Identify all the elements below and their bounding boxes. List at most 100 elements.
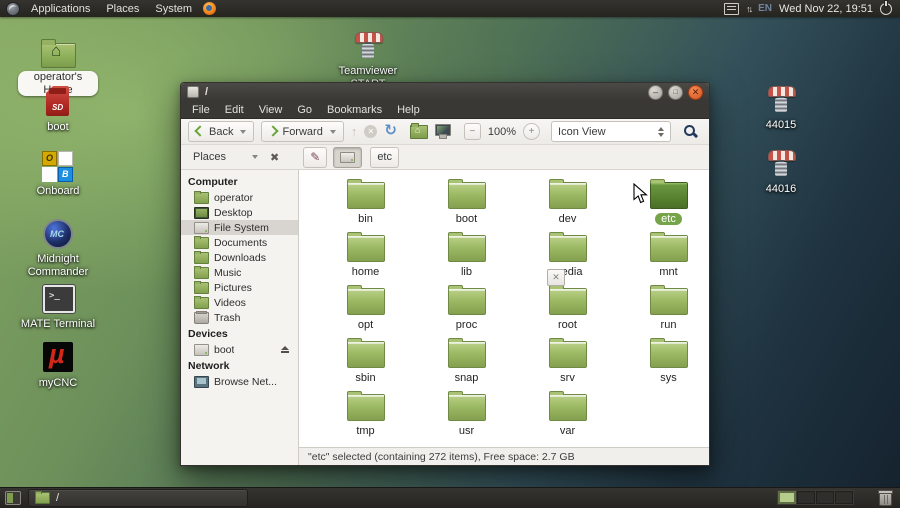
- desktop-icon-44015[interactable]: 44015: [741, 84, 821, 132]
- sidebar-item-documents[interactable]: Documents: [181, 235, 298, 250]
- folder-icon: [194, 237, 209, 249]
- icon-view[interactable]: binbootdevetc homelibmediamnt optprocrootr…: [299, 170, 709, 447]
- trash-applet-icon[interactable]: [879, 492, 892, 506]
- workspace-3[interactable]: [816, 491, 834, 504]
- back-history-caret-icon[interactable]: [240, 130, 246, 134]
- bottom-panel: /: [0, 487, 900, 508]
- folder-dev[interactable]: dev: [517, 178, 618, 231]
- panel-menu-applications[interactable]: Applications: [28, 3, 93, 15]
- folder-boot[interactable]: boot: [416, 178, 517, 231]
- folder-var[interactable]: var: [517, 390, 618, 443]
- window-menu-view[interactable]: View: [259, 104, 283, 116]
- folder-bin[interactable]: bin: [315, 178, 416, 231]
- window-menu-edit[interactable]: Edit: [225, 104, 244, 116]
- window-title: /: [205, 86, 208, 98]
- folder-icon: [448, 341, 486, 368]
- sidebar-item-boot[interactable]: boot: [181, 342, 298, 357]
- sidebar-item-music[interactable]: Music: [181, 265, 298, 280]
- sidebar-item-downloads[interactable]: Downloads: [181, 250, 298, 265]
- window-list-button[interactable]: /: [28, 489, 248, 507]
- edit-location-toggle[interactable]: ✎: [303, 147, 327, 168]
- drive-icon: [194, 222, 209, 234]
- sidebar-item-operator[interactable]: operator: [181, 190, 298, 205]
- folder-mnt[interactable]: mnt: [618, 231, 709, 284]
- folder-icon: [549, 235, 587, 262]
- display-indicator-icon[interactable]: [724, 3, 739, 15]
- window-menu-bookmarks[interactable]: Bookmarks: [327, 104, 382, 116]
- show-desktop-button[interactable]: [5, 491, 21, 505]
- panel-menu-system[interactable]: System: [152, 3, 195, 15]
- close-sidebar-button[interactable]: ✖: [268, 151, 281, 164]
- sidebar-item-pictures[interactable]: Pictures: [181, 280, 298, 295]
- folder-srv[interactable]: srv: [517, 337, 618, 390]
- back-button[interactable]: Back: [188, 121, 254, 142]
- folder-sys[interactable]: sys: [618, 337, 709, 390]
- window-menu-help[interactable]: Help: [397, 104, 420, 116]
- sd-card-icon: [36, 86, 80, 118]
- folder-usr[interactable]: usr: [416, 390, 517, 443]
- folder-run[interactable]: run: [618, 284, 709, 337]
- folder-name: sbin: [355, 372, 375, 384]
- desktop-icon-onboard[interactable]: Onboard: [18, 150, 98, 198]
- window-menu-go[interactable]: Go: [297, 104, 312, 116]
- pencil-icon: ✎: [310, 150, 320, 164]
- search-icon[interactable]: [684, 125, 698, 139]
- folder-proc[interactable]: proc: [416, 284, 517, 337]
- workspace-2[interactable]: [797, 491, 815, 504]
- forward-button[interactable]: Forward: [261, 121, 343, 142]
- maximize-button[interactable]: □: [668, 85, 683, 100]
- distributor-logo-icon[interactable]: [6, 2, 20, 16]
- workspace-4[interactable]: [835, 491, 853, 504]
- folder-icon: [448, 182, 486, 209]
- refresh-button[interactable]: ↻: [384, 123, 397, 138]
- home-button[interactable]: [410, 125, 428, 139]
- desktop-icon-mycnc[interactable]: myCNC: [18, 342, 98, 390]
- stop-button[interactable]: ✕: [364, 125, 377, 138]
- window-menu-file[interactable]: File: [192, 104, 210, 116]
- desktop-icon-midnight-commander[interactable]: Midnight Commander: [18, 218, 98, 278]
- folder-lib[interactable]: lib: [416, 231, 517, 284]
- zoom-in-button[interactable]: +: [523, 123, 540, 140]
- sidebar-item-file-system[interactable]: File System: [181, 220, 298, 235]
- folder-root[interactable]: root: [517, 284, 618, 337]
- panel-menu-places[interactable]: Places: [103, 3, 142, 15]
- breadcrumb-root-button[interactable]: [333, 147, 362, 168]
- sidebar-mode-value: Places: [193, 151, 226, 163]
- eject-icon[interactable]: [281, 346, 289, 353]
- folder-media[interactable]: media: [517, 231, 618, 284]
- folder-tmp[interactable]: tmp: [315, 390, 416, 443]
- workspace-1[interactable]: [778, 491, 796, 504]
- view-mode-select[interactable]: Icon View: [551, 121, 671, 142]
- keyboard-layout-indicator[interactable]: EN: [758, 3, 772, 14]
- sidebar-item-browse-net[interactable]: Browse Net...: [181, 374, 298, 389]
- minimize-button[interactable]: –: [648, 85, 663, 100]
- floating-close-button[interactable]: ✕: [547, 269, 565, 286]
- zoom-out-button[interactable]: −: [464, 123, 481, 140]
- forward-history-caret-icon[interactable]: [330, 130, 336, 134]
- desktop-icon-mate-terminal[interactable]: MATE Terminal: [18, 283, 98, 331]
- close-button[interactable]: ✕: [688, 85, 703, 100]
- drive-icon: [194, 344, 209, 356]
- folder-etc[interactable]: etc: [618, 178, 709, 231]
- sidebar-mode-select[interactable]: Places: [189, 151, 262, 163]
- computer-button[interactable]: [435, 124, 451, 136]
- network-indicator-icon[interactable]: ↑↓: [746, 4, 751, 14]
- sidebar-item-videos[interactable]: Videos: [181, 295, 298, 310]
- up-button[interactable]: ↑: [351, 125, 358, 138]
- desktop-icon-44016[interactable]: 44016: [741, 148, 821, 196]
- sidebar-item-trash[interactable]: Trash: [181, 310, 298, 325]
- file-manager-window: / – □ ✕ File Edit View Go Bookmarks Help Back…: [180, 82, 710, 466]
- power-icon[interactable]: [880, 3, 892, 15]
- folder-opt[interactable]: opt: [315, 284, 416, 337]
- breadcrumb-etc-button[interactable]: etc: [370, 147, 399, 168]
- folder-home[interactable]: home: [315, 231, 416, 284]
- sidebar-item-desktop[interactable]: Desktop: [181, 205, 298, 220]
- forward-chevron-icon: [268, 125, 279, 136]
- titlebar[interactable]: / – □ ✕: [181, 83, 709, 101]
- folder-sbin[interactable]: sbin: [315, 337, 416, 390]
- firefox-icon[interactable]: [203, 2, 216, 15]
- main-area: binbootdevetc homelibmediamnt optprocrootr…: [299, 170, 709, 465]
- desktop-icon-boot[interactable]: boot: [18, 86, 98, 134]
- folder-snap[interactable]: snap: [416, 337, 517, 390]
- clock[interactable]: Wed Nov 22, 19:51: [779, 3, 873, 15]
